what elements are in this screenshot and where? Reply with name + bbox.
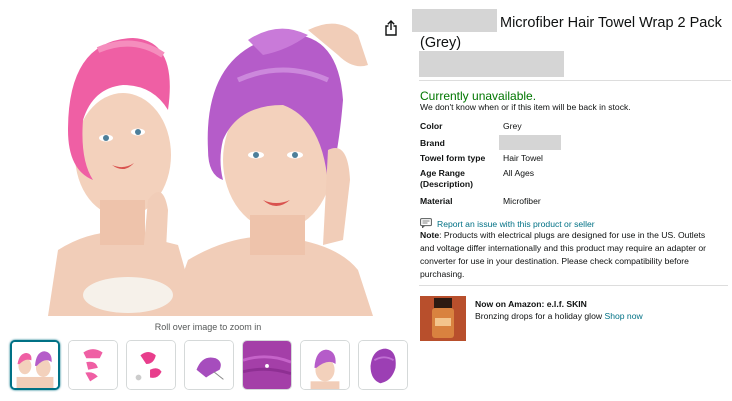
comment-icon [420,218,432,228]
note-label: Note [420,230,440,240]
brand-value-redaction [499,135,561,150]
promo-description: Bronzing drops for a holiday glow [475,311,605,321]
divider-top [419,80,731,81]
thumbnail-6-model-purple[interactable] [300,340,350,390]
thumbnail-5-fabric-closeup[interactable] [242,340,292,390]
product-title: Microfiber Hair Towel Wrap 2 Pack (Grey) [420,15,722,51]
thumbnail-3-pink-towel-steps[interactable] [126,340,176,390]
spec-key: Age Range (Description) [420,168,473,189]
spec-key: Brand [420,138,445,148]
availability-status: Currently unavailable. [420,89,537,103]
shop-now-link[interactable]: Shop now [604,311,642,321]
zoom-hint: Roll over image to zoom in [154,322,262,332]
spec-value: All Ages [503,168,535,178]
availability-detail: We don't know when or if this item will … [420,102,631,112]
promo-title: Now on Amazon: e.l.f. SKIN [475,299,587,309]
thumbnail-4-purple-towel[interactable] [184,340,234,390]
divider-bottom [419,285,728,286]
promo-text: Bronzing drops for a holiday glow Shop n… [475,311,643,321]
spec-key: Color [420,121,443,131]
share-icon[interactable] [384,20,398,36]
note-text: : Products with electrical plugs are des… [420,230,706,279]
spec-value: Grey [503,121,522,131]
promo-product-image[interactable] [420,296,466,341]
rating-redaction [419,51,564,77]
thumbnail-2-folded-towel[interactable] [68,340,118,390]
electrical-note: Note: Products with electrical plugs are… [420,229,720,281]
thumbnail-7-purple-wrap[interactable] [358,340,408,390]
report-issue-link[interactable]: Report an issue with this product or sel… [420,218,595,229]
main-product-image[interactable] [38,10,378,316]
thumbnail-strip [10,340,408,392]
promo-banner[interactable]: Now on Amazon: e.l.f. SKIN Bronzing drop… [420,296,720,342]
spec-key: Towel form type [420,153,486,163]
spec-value: Microfiber [503,196,541,206]
thumbnail-1-two-models[interactable] [10,340,60,390]
spec-key: Material [420,196,453,206]
report-issue-label: Report an issue with this product or sel… [437,219,595,229]
spec-value: Hair Towel [503,153,543,163]
